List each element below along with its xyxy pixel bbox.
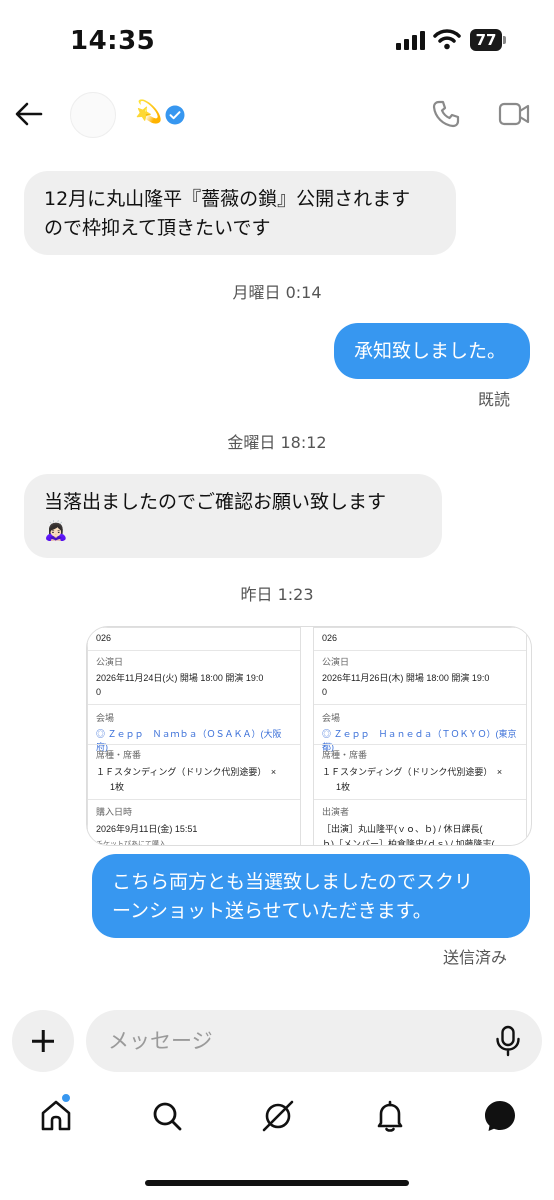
ticket-purchase-note: チケットぴあにて購入 <box>96 841 166 846</box>
cellular-signal-icon <box>396 30 428 50</box>
ticket-year-tail: 026 <box>96 633 112 643</box>
incoming-message[interactable]: 12月に丸山隆平『薔薇の鎖』公開されます ので枠抑えて頂きたいです <box>24 171 456 255</box>
home-notification-dot <box>61 1093 71 1103</box>
add-attachment-button[interactable] <box>12 1010 74 1072</box>
ticket-date: 2026年11月26日(木) 開場 18:00 開演 19:0 <box>322 673 490 683</box>
ticket-seat-label: 席種・席番 <box>96 750 142 760</box>
home-indicator <box>145 1180 409 1186</box>
ticket-date-label: 公演日 <box>96 657 124 667</box>
ticket-quantity: 1枚 <box>110 782 125 792</box>
ticket-seat: １Ｆスタンディング（ドリンク代別途要） × <box>322 767 503 777</box>
contact-avatar[interactable] <box>70 92 116 138</box>
timestamp: 金曜日 18:12 <box>227 433 327 452</box>
ticket-venue-label: 会場 <box>322 713 341 723</box>
ticket-purchase-date: 2026年9月11日(金) 15:51 <box>96 824 198 834</box>
outgoing-message[interactable]: こちら両方とも当選致しましたのでスクリ ーンショット送らせていただきます。 <box>92 854 530 938</box>
timestamp: 昨日 1:23 <box>240 585 314 604</box>
battery-icon: 77 <box>470 29 506 51</box>
ticket-date-tail: 0 <box>322 687 328 697</box>
ticket-cast-label: 出演者 <box>322 807 350 817</box>
message-text: 12月に丸山隆平『薔薇の鎖』公開されます <box>44 188 411 210</box>
outgoing-message[interactable]: 承知致しました。 <box>334 323 530 379</box>
message-composer <box>86 1010 542 1072</box>
message-input[interactable] <box>108 1010 478 1072</box>
message-thread[interactable]: 12月に丸山隆平『薔薇の鎖』公開されます ので枠抑えて頂きたいです 月曜日 0:… <box>0 144 554 1004</box>
ticket-seat: １Ｆスタンディング（ドリンク代別途要） × <box>96 767 277 777</box>
microphone-icon[interactable] <box>494 1025 522 1057</box>
explore-icon[interactable] <box>260 1098 296 1134</box>
video-call-icon[interactable] <box>498 100 530 128</box>
ticket-date-label: 公演日 <box>322 657 350 667</box>
back-arrow-icon[interactable] <box>14 99 44 129</box>
screenshot-attachment[interactable]: ー ー ー ー ー ー ー 026 公演日 2026年11月24日(火) 開場 … <box>86 626 532 846</box>
chat-header: 💫 <box>0 86 554 144</box>
ticket-cast: ［出演］丸山隆平(ｖｏ、ｂ) / 休日課長( <box>322 824 483 834</box>
messages-icon[interactable] <box>482 1098 518 1134</box>
status-time: 14:35 <box>70 26 156 56</box>
ticket-date: 2026年11月24日(火) 開場 18:00 開演 19:0 <box>96 673 264 683</box>
bowing-emoji: 🙇🏻‍♀️ <box>44 520 68 542</box>
contact-name[interactable]: 💫 <box>135 100 162 125</box>
message-text: 承知致しました。 <box>354 340 507 362</box>
ticket-seat-label: 席種・席番 <box>322 750 368 760</box>
phone-call-icon[interactable] <box>431 99 461 129</box>
status-bar: 14:35 77 <box>0 0 554 80</box>
battery-level: 77 <box>470 29 502 51</box>
ticket-cast-cont: ｂ)［メンバー］柏倉隆史(ｄｓ) / 加藤隆志( <box>322 839 495 846</box>
message-text: ので枠抑えて頂きたいです <box>44 217 271 239</box>
notifications-bell-icon[interactable] <box>372 1098 408 1134</box>
ticket-date-tail: 0 <box>96 687 102 697</box>
sent-status: 送信済み <box>443 948 508 967</box>
ticket-venue-label: 会場 <box>96 713 115 723</box>
ticket-purchase-label: 購入日時 <box>96 807 133 817</box>
search-icon[interactable] <box>149 1098 185 1134</box>
bottom-navigation <box>0 1096 554 1142</box>
ticket-screenshot-right[interactable]: ー ー ー ー ー ー ー 026 公演日 2026年11月26日(木) 開場 … <box>313 627 527 846</box>
timestamp: 月曜日 0:14 <box>232 283 322 302</box>
ticket-screenshot-left[interactable]: ー ー ー ー ー ー ー 026 公演日 2026年11月24日(火) 開場 … <box>87 627 301 846</box>
ticket-year-tail: 026 <box>322 633 338 643</box>
ticket-quantity: 1枚 <box>336 782 351 792</box>
verified-badge-icon <box>165 105 185 125</box>
wifi-icon <box>433 29 461 50</box>
message-text: 当落出ましたのでご確認お願い致します <box>44 491 387 513</box>
message-text: こちら両方とも当選致しましたのでスクリ <box>112 871 474 893</box>
home-icon[interactable] <box>38 1098 74 1134</box>
incoming-message[interactable]: 当落出ましたのでご確認お願い致します 🙇🏻‍♀️ <box>24 474 442 558</box>
read-receipt: 既読 <box>478 390 511 409</box>
message-text: ーンショット送らせていただきます。 <box>112 900 432 922</box>
